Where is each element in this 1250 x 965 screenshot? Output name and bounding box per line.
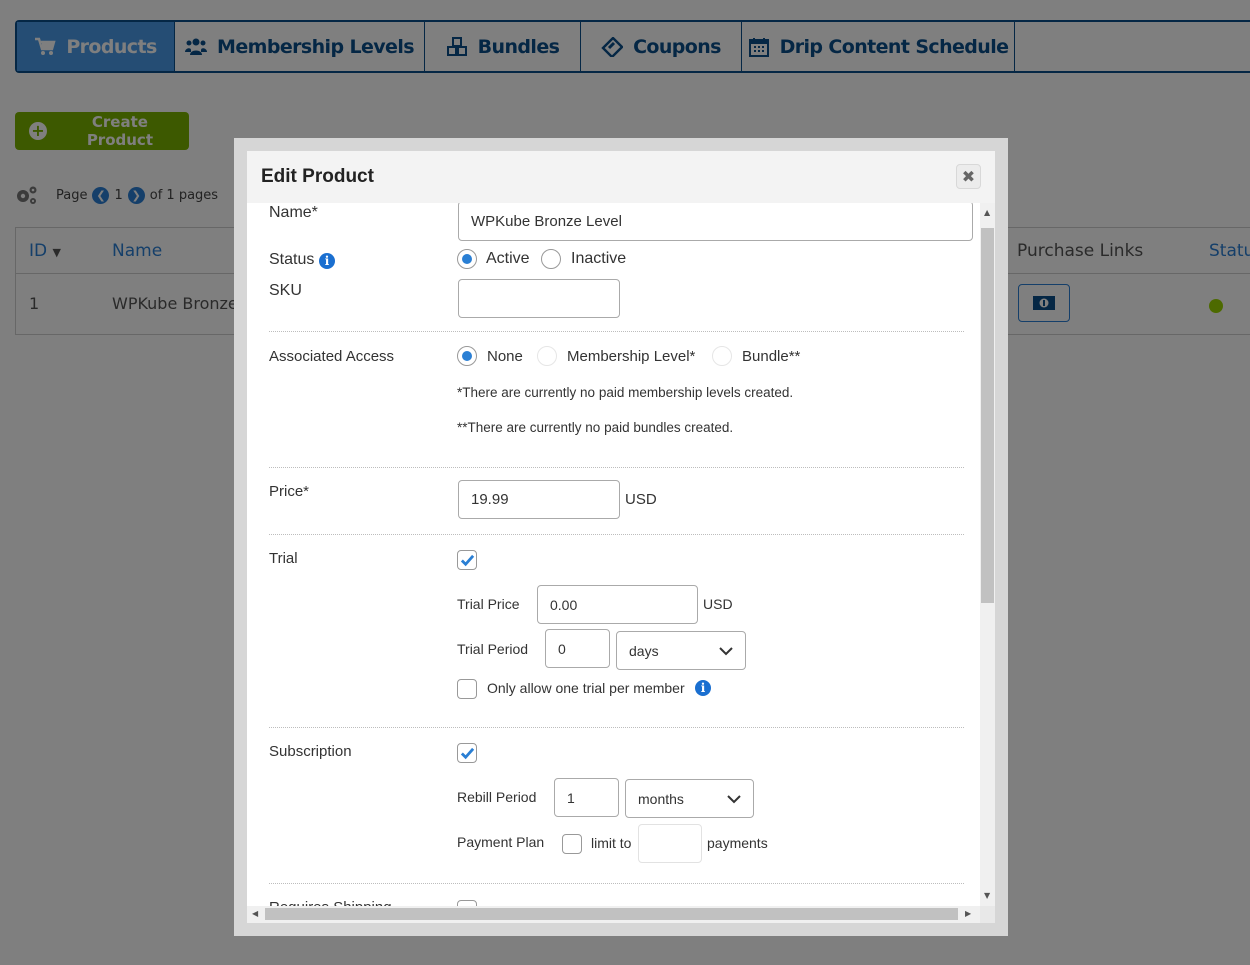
horizontal-scrollbar[interactable]: ◀ ▶ [247, 906, 980, 923]
price-input[interactable]: 19.99 [458, 480, 620, 519]
info-icon[interactable]: i [695, 680, 711, 696]
rebill-period-value: 1 [567, 789, 575, 806]
info-icon[interactable]: i [319, 253, 335, 269]
rebill-unit-select[interactable]: months [625, 779, 754, 818]
rebill-period-label: Rebill Period [457, 789, 537, 805]
checkmark-icon [460, 554, 474, 566]
access-none-radio[interactable] [457, 346, 477, 366]
divider [269, 467, 964, 468]
trial-checkbox[interactable] [457, 550, 477, 570]
access-membership-label: Membership Level* [567, 348, 696, 365]
trial-period-value: 0 [558, 640, 566, 657]
access-membership-radio[interactable] [537, 346, 557, 366]
subscription-label: Subscription [269, 743, 352, 760]
vertical-scroll-thumb[interactable] [981, 228, 994, 603]
vertical-scrollbar[interactable]: ▲ ▼ [980, 203, 995, 906]
scroll-right-icon[interactable]: ▶ [965, 909, 971, 918]
trial-period-input[interactable]: 0 [545, 629, 610, 668]
status-label: Status [269, 251, 315, 268]
close-button[interactable]: ✖ [956, 164, 981, 189]
rebill-period-input[interactable]: 1 [554, 778, 619, 817]
trial-price-currency: USD [703, 596, 733, 612]
status-active-label: Active [486, 250, 530, 267]
chevron-down-icon [727, 794, 741, 803]
access-none-label: None [487, 348, 523, 365]
name-value: WPKube Bronze Level [471, 212, 622, 230]
payments-label: payments [707, 835, 768, 851]
trial-period-label: Trial Period [457, 641, 529, 657]
divider [269, 883, 964, 884]
scroll-down-icon[interactable]: ▼ [984, 891, 990, 900]
modal-header: Edit Product ✖ [247, 151, 995, 203]
trial-period-unit-select[interactable]: days [616, 631, 746, 670]
status-inactive-label: Inactive [571, 250, 627, 267]
bundles-note: **There are currently no paid bundles cr… [457, 420, 734, 435]
one-trial-label: Only allow one trial per member [487, 680, 685, 696]
associated-access-label: Associated Access [269, 348, 395, 365]
trial-price-input[interactable]: 0.00 [537, 585, 698, 624]
sku-input[interactable] [458, 279, 620, 318]
modal-body: Name* WPKube Bronze Level Status i Activ… [247, 203, 980, 906]
price-value: 19.99 [471, 491, 509, 508]
payment-plan-label: Payment Plan [457, 834, 545, 850]
scrollbar-corner [980, 906, 995, 923]
close-icon: ✖ [961, 167, 976, 186]
edit-product-modal: Edit Product ✖ Name* WPKube Bronze Level… [247, 151, 995, 923]
price-currency: USD [625, 491, 657, 508]
trial-price-label: Trial Price [457, 596, 520, 612]
limit-to-label: limit to [591, 835, 632, 851]
payment-plan-checkbox[interactable] [562, 834, 582, 854]
divider [269, 331, 964, 332]
horizontal-scroll-thumb[interactable] [265, 908, 958, 920]
subscription-checkbox[interactable] [457, 743, 477, 763]
access-bundle-label: Bundle** [742, 348, 801, 365]
checkmark-icon [460, 747, 474, 759]
trial-label: Trial [269, 550, 298, 567]
price-label: Price* [269, 483, 310, 500]
one-trial-checkbox[interactable] [457, 679, 477, 699]
status-active-radio[interactable] [457, 249, 477, 269]
name-label: Name* [269, 204, 318, 221]
payment-limit-input[interactable] [638, 824, 702, 863]
scroll-left-icon[interactable]: ◀ [252, 909, 258, 918]
levels-note: *There are currently no paid membership … [457, 385, 794, 400]
sku-label: SKU [269, 282, 302, 299]
divider [269, 534, 964, 535]
requires-shipping-label: Requires Shipping [269, 899, 392, 906]
trial-price-value: 0.00 [550, 596, 578, 613]
scroll-up-icon[interactable]: ▲ [984, 208, 990, 217]
chevron-down-icon [719, 646, 733, 655]
divider [269, 727, 964, 728]
status-inactive-radio[interactable] [541, 249, 561, 269]
access-bundle-radio[interactable] [712, 346, 732, 366]
name-input[interactable]: WPKube Bronze Level [458, 203, 973, 241]
trial-period-unit-value: days [629, 642, 659, 659]
rebill-unit-value: months [638, 790, 684, 807]
modal-title: Edit Product [261, 166, 374, 187]
